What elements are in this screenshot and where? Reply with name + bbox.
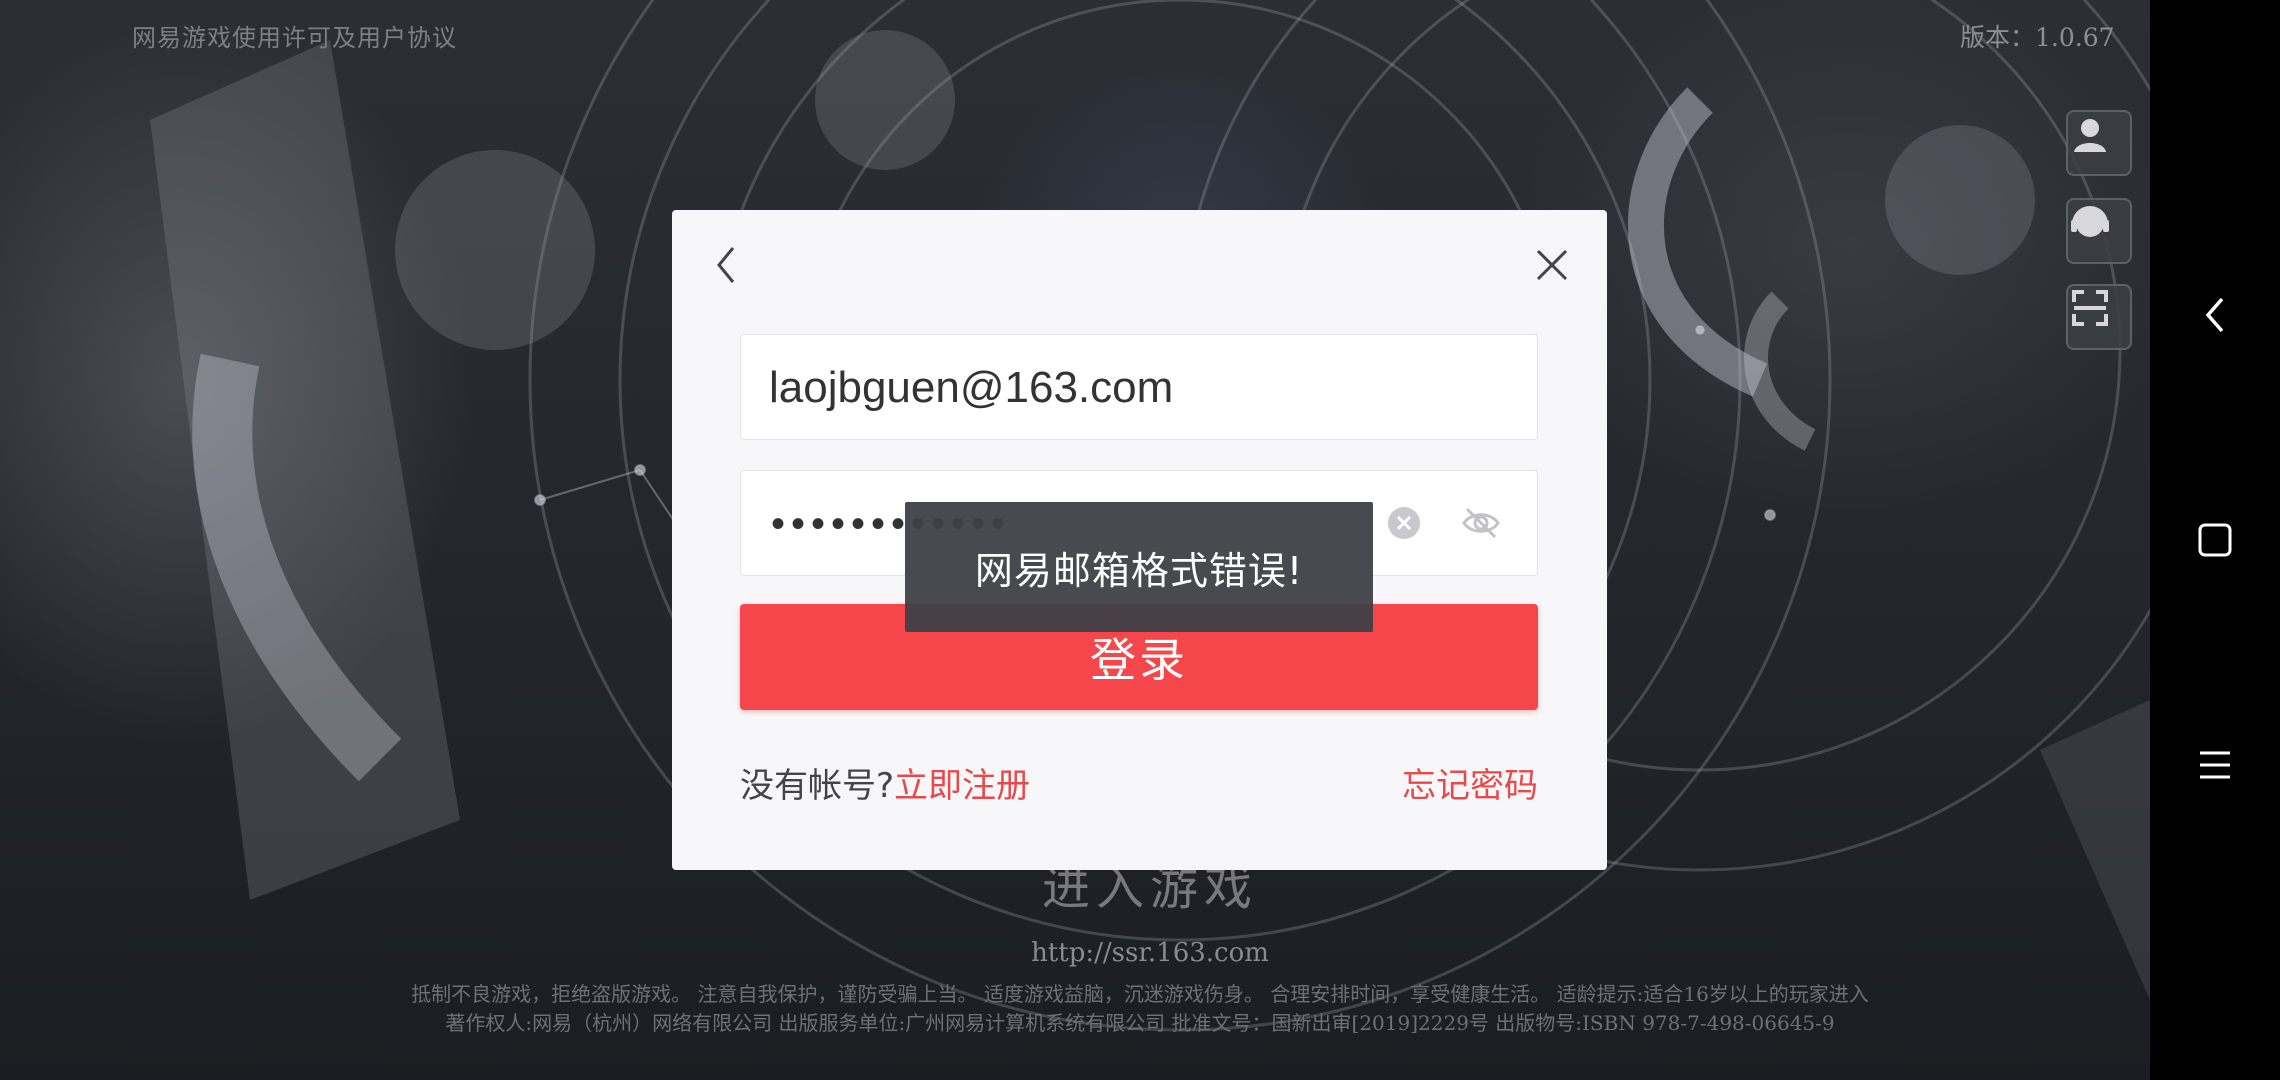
- home-square-icon: [2198, 523, 2232, 557]
- license-agreement-link[interactable]: 网易游戏使用许可及用户协议: [132, 18, 457, 53]
- nav-back-button[interactable]: [2180, 280, 2250, 350]
- dialog-back-button[interactable]: [698, 237, 754, 293]
- clear-icon: [1388, 507, 1420, 539]
- register-link[interactable]: 立即注册: [894, 766, 1030, 806]
- copyright-notice: 著作权人:网易（杭州）网络有限公司 出版服务单位:广州网易计算机系统有限公司 批…: [445, 1011, 1835, 1035]
- side-button-scan[interactable]: [2066, 284, 2132, 350]
- email-field[interactable]: [740, 334, 1538, 440]
- nav-home-button[interactable]: [2180, 505, 2250, 575]
- dialog-footer: 没有帐号?立即注册 忘记密码: [740, 758, 1538, 808]
- back-icon: [2205, 297, 2224, 333]
- system-nav-bar: [2150, 0, 2280, 1080]
- headset-icon: [2071, 206, 2109, 237]
- site-url: http://ssr.163.com: [1031, 938, 1269, 968]
- menu-icon: [2200, 751, 2230, 779]
- no-account-label: 没有帐号?: [740, 766, 895, 806]
- eye-off-icon: [1462, 507, 1500, 539]
- dialog-close-button[interactable]: [1524, 237, 1580, 293]
- toggle-password-visibility-button[interactable]: [1461, 503, 1501, 543]
- chevron-left-icon: [717, 247, 735, 283]
- side-button-avatar[interactable]: [2066, 110, 2132, 176]
- no-account-row: 没有帐号?立即注册: [740, 758, 1030, 807]
- error-toast: 网易邮箱格式错误!: [905, 502, 1373, 632]
- nav-menu-button[interactable]: [2180, 730, 2250, 800]
- clear-password-button[interactable]: [1387, 506, 1421, 540]
- email-input[interactable]: [767, 357, 1511, 419]
- avatar-icon: [2074, 119, 2106, 152]
- forgot-password-link[interactable]: 忘记密码: [1402, 758, 1538, 807]
- close-icon: [1536, 249, 1568, 281]
- health-notice: 抵制不良游戏，拒绝盗版游戏。 注意自我保护，谨防受骗上当。 适度游戏益脑，沉迷游…: [411, 982, 1869, 1006]
- side-button-support[interactable]: [2066, 198, 2132, 264]
- scan-icon: [2072, 290, 2108, 326]
- version-label: 版本：1.0.67: [1960, 23, 2115, 52]
